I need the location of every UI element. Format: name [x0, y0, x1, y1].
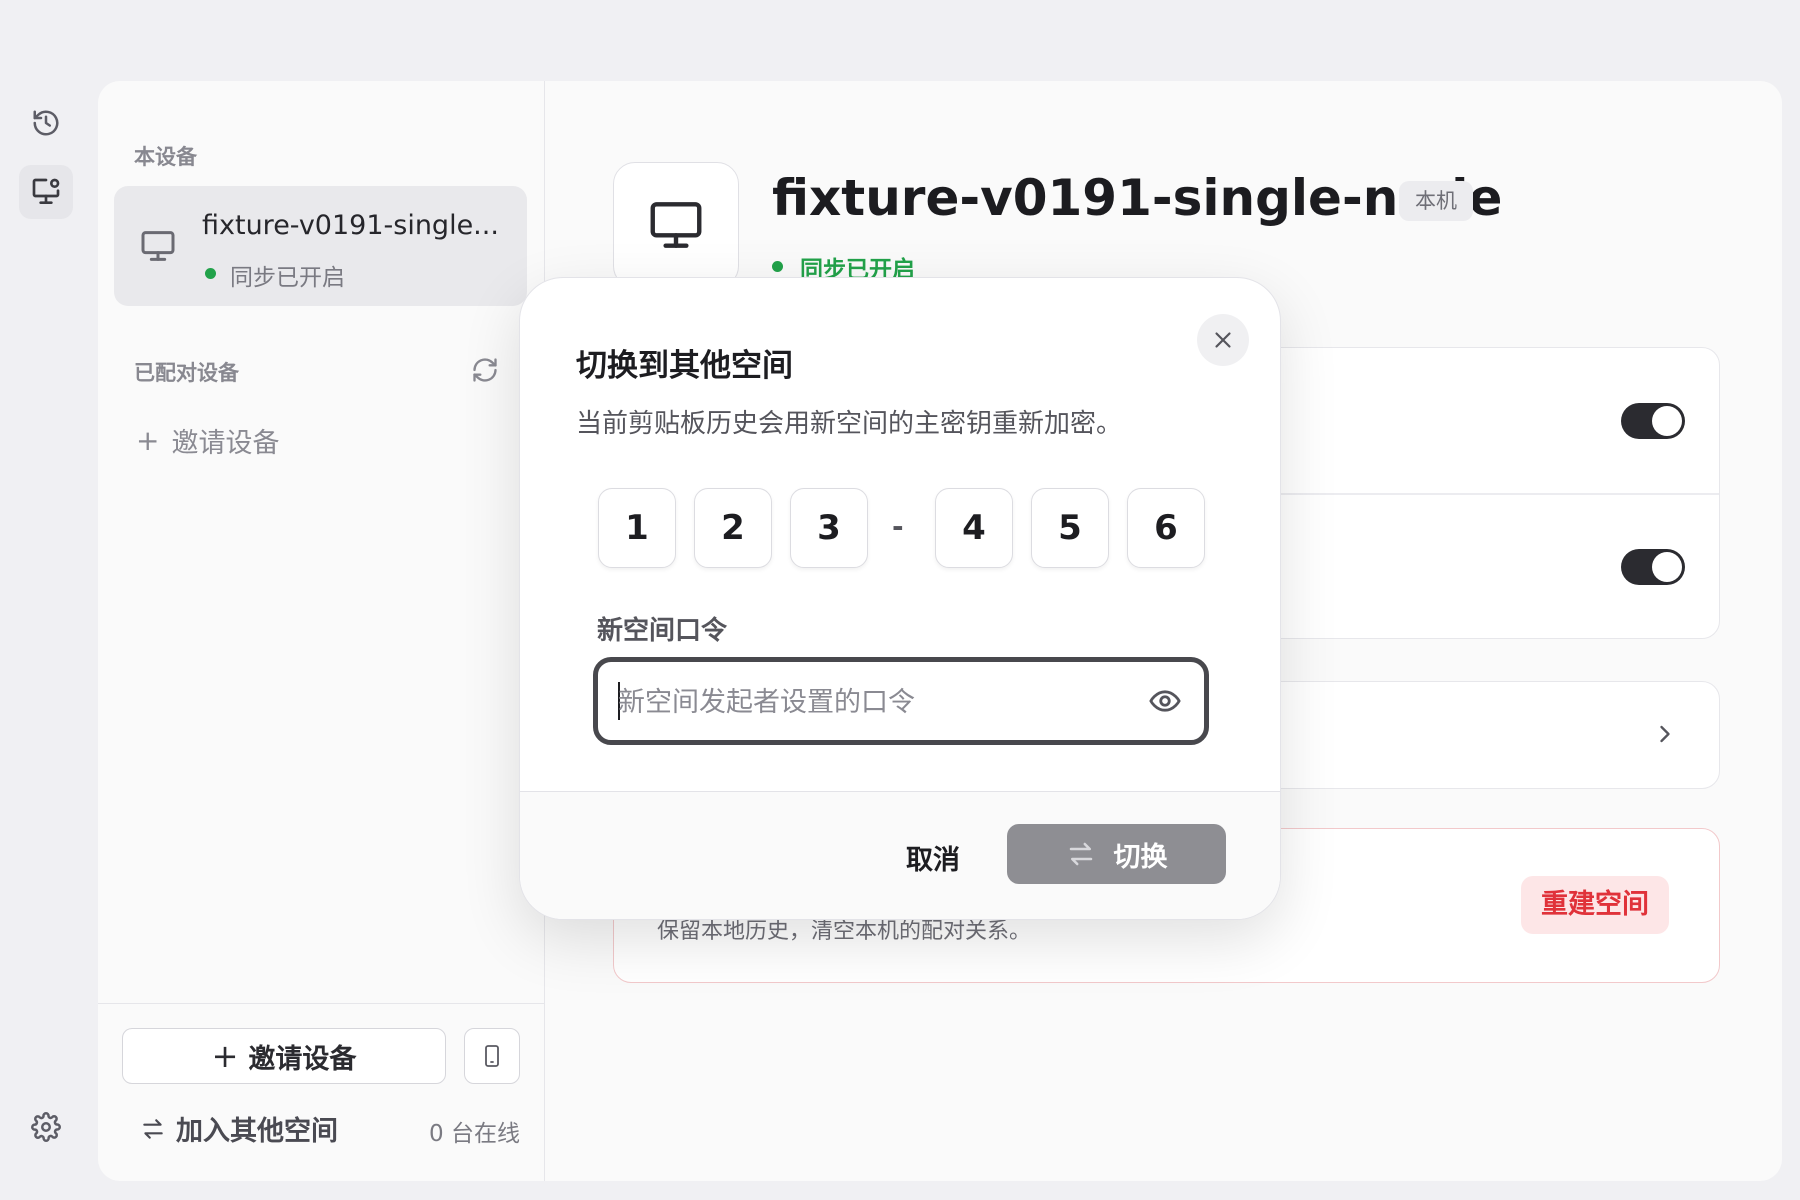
device-avatar [613, 162, 739, 288]
device-name: fixture-v0191-single... [202, 210, 499, 241]
code-digit[interactable]: 4 [935, 488, 1013, 568]
device-status: 同步已开启 [230, 265, 345, 291]
chevron-right-icon [1651, 720, 1679, 748]
invite-device-link-label: 邀请设备 [171, 428, 280, 459]
swap-icon [1066, 839, 1096, 869]
rebuild-space-button[interactable]: 重建空间 [1521, 876, 1669, 934]
sidebar-footer: + 邀请设备 加入其他空间 0 台在线 [98, 1003, 544, 1181]
code-digit[interactable]: 5 [1031, 488, 1109, 568]
setting-toggle-2[interactable] [1621, 549, 1685, 585]
plus-icon: + [136, 424, 160, 457]
switch-space-dialog: 切换到其他空间 当前剪贴板历史会用新空间的主密钥重新加密。 1 2 3 - 4 … [519, 277, 1281, 920]
code-digit[interactable]: 3 [790, 488, 868, 568]
password-field[interactable] [593, 657, 1209, 745]
devices-button[interactable] [19, 165, 73, 219]
phone-icon [480, 1042, 504, 1070]
code-digit[interactable]: 2 [694, 488, 772, 568]
dialog-footer: 取消 切换 [520, 791, 1280, 919]
sidebar-item-this-device[interactable]: fixture-v0191-single... 同步已开启 [114, 186, 527, 306]
invite-device-button-label: 邀请设备 [248, 1043, 357, 1075]
close-button[interactable] [1197, 314, 1249, 366]
password-label: 新空间口令 [597, 616, 728, 646]
swap-icon [140, 1116, 166, 1142]
monitor-icon [138, 226, 178, 266]
online-dot [772, 261, 783, 272]
switch-button[interactable]: 切换 [1007, 824, 1226, 884]
page-title: fixture-v0191-single-node [772, 169, 1503, 227]
monitor-settings-icon [30, 176, 62, 208]
history-icon [31, 108, 61, 138]
dialog-description: 当前剪贴板历史会用新空间的主密钥重新加密。 [576, 409, 1123, 439]
code-separator: - [892, 510, 904, 543]
mobile-device-button[interactable] [464, 1028, 520, 1084]
setting-toggle-1[interactable] [1621, 403, 1685, 439]
local-device-badge: 本机 [1399, 181, 1473, 221]
join-other-space-button[interactable]: 加入其他空间 [140, 1109, 338, 1148]
dialog-title: 切换到其他空间 [576, 348, 793, 384]
eye-icon[interactable] [1148, 684, 1182, 718]
gear-icon [31, 1112, 61, 1142]
join-other-space-label: 加入其他空间 [176, 1116, 338, 1147]
online-count: 0 台在线 [429, 1121, 520, 1147]
online-dot [205, 268, 216, 279]
device-sidebar: 本设备 fixture-v0191-single... 同步已开启 已配对设备 … [98, 81, 545, 1181]
switch-button-label: 切换 [1113, 841, 1168, 873]
code-digit[interactable]: 6 [1127, 488, 1205, 568]
invite-device-button[interactable]: + 邀请设备 [122, 1028, 446, 1084]
this-device-label: 本设备 [134, 145, 197, 169]
code-digit[interactable]: 1 [598, 488, 676, 568]
cancel-button[interactable]: 取消 [906, 838, 960, 877]
invite-device-link[interactable]: + 邀请设备 [136, 421, 279, 460]
paired-devices-label: 已配对设备 [134, 361, 239, 385]
refresh-icon[interactable] [471, 356, 499, 384]
history-button[interactable] [19, 96, 73, 150]
monitor-icon [645, 194, 707, 256]
settings-button[interactable] [19, 1100, 73, 1154]
password-input[interactable] [618, 680, 1118, 724]
plus-icon: + [211, 1037, 239, 1075]
close-icon [1210, 327, 1236, 353]
